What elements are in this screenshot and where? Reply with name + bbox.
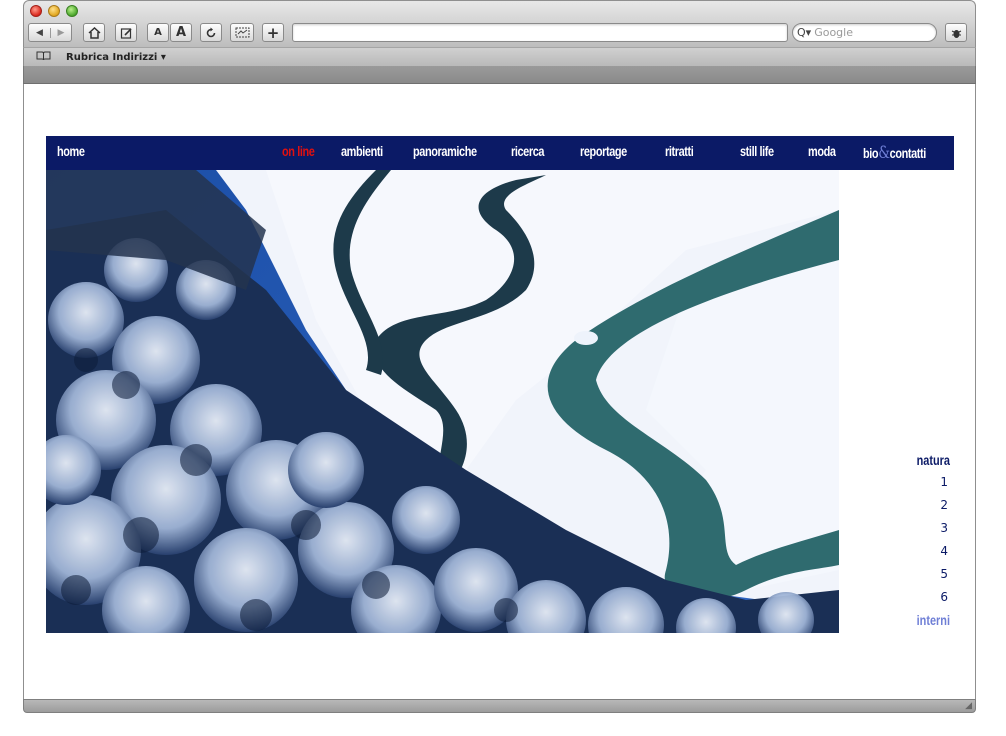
gallery-number-6[interactable]: 6 xyxy=(904,586,950,609)
nav-contatti-label: contatti xyxy=(889,145,927,161)
nav-on-line[interactable]: on line xyxy=(282,143,315,159)
nav-ricerca[interactable]: ricerca xyxy=(511,143,544,159)
nav-ambienti[interactable]: ambienti xyxy=(341,143,383,159)
nav-still-life[interactable]: still life xyxy=(740,143,774,159)
home-button[interactable] xyxy=(83,23,105,42)
forward-arrow-icon[interactable]: ▶ xyxy=(49,27,71,38)
reload-button[interactable] xyxy=(200,23,222,42)
gallery-photo[interactable] xyxy=(46,170,839,633)
web-clip-button[interactable] xyxy=(230,23,254,42)
bug-report-button[interactable] xyxy=(945,23,967,42)
text-larger-button[interactable]: A xyxy=(170,23,192,42)
nav-moda[interactable]: moda xyxy=(808,143,836,159)
nav-bio-label: bio xyxy=(863,145,879,161)
pencil-icon xyxy=(120,27,132,39)
gallery-number-5[interactable]: 5 xyxy=(904,563,950,586)
resize-grip-icon[interactable]: ◢ xyxy=(965,701,972,711)
search-icon: Q▾ xyxy=(797,26,812,39)
back-forward-buttons: ◀ ▶ xyxy=(28,23,72,42)
search-placeholder: Google xyxy=(814,26,853,39)
gallery-title-natura[interactable]: natura xyxy=(914,449,950,471)
status-bar: ◢ xyxy=(23,699,976,713)
bug-icon xyxy=(951,29,961,38)
site-navigation: home on line ambienti panoramiche ricerc… xyxy=(46,136,954,170)
book-icon[interactable] xyxy=(36,51,52,64)
gallery-number-1[interactable]: 1 xyxy=(904,471,950,494)
tab-strip xyxy=(23,66,976,84)
minimize-window-icon[interactable] xyxy=(48,5,60,17)
web-content: home on line ambienti panoramiche ricerc… xyxy=(23,84,976,699)
reload-icon xyxy=(206,27,216,37)
close-window-icon[interactable] xyxy=(30,5,42,17)
nav-bio-contatti[interactable]: bio&contatti xyxy=(863,143,926,163)
home-icon xyxy=(87,26,101,39)
search-field[interactable]: Q▾ Google xyxy=(792,23,937,42)
gallery-submenu: natura 1 2 3 4 5 6 interni xyxy=(904,449,950,631)
bookmark-item[interactable]: Rubrica Indirizzi ▾ xyxy=(66,52,166,63)
gallery-number-4[interactable]: 4 xyxy=(904,540,950,563)
zoom-window-icon[interactable] xyxy=(66,5,78,17)
gallery-number-2[interactable]: 2 xyxy=(904,494,950,517)
web-clip-icon xyxy=(235,27,249,38)
nav-ritratti[interactable]: ritratti xyxy=(665,143,694,159)
gallery-link-interni[interactable]: interni xyxy=(914,609,950,631)
gallery-number-3[interactable]: 3 xyxy=(904,517,950,540)
edit-button[interactable] xyxy=(115,23,137,42)
browser-window: ◀ ▶ A A + Q▾ Google Rubrica Indirizzi ▾ … xyxy=(23,0,976,713)
ampersand-glyph: & xyxy=(878,143,890,163)
add-bookmark-button[interactable]: + xyxy=(262,23,284,42)
nav-reportage[interactable]: reportage xyxy=(580,143,627,159)
nav-panoramiche[interactable]: panoramiche xyxy=(413,143,477,159)
back-arrow-icon[interactable]: ◀ xyxy=(29,28,50,38)
nav-home[interactable]: home xyxy=(57,143,85,159)
address-field[interactable] xyxy=(292,23,788,42)
bookmarks-bar: Rubrica Indirizzi ▾ xyxy=(23,47,976,66)
text-smaller-button[interactable]: A xyxy=(147,23,169,42)
browser-toolbar: ◀ ▶ A A + Q▾ Google xyxy=(23,0,976,47)
snowy-river-photo xyxy=(46,170,839,633)
